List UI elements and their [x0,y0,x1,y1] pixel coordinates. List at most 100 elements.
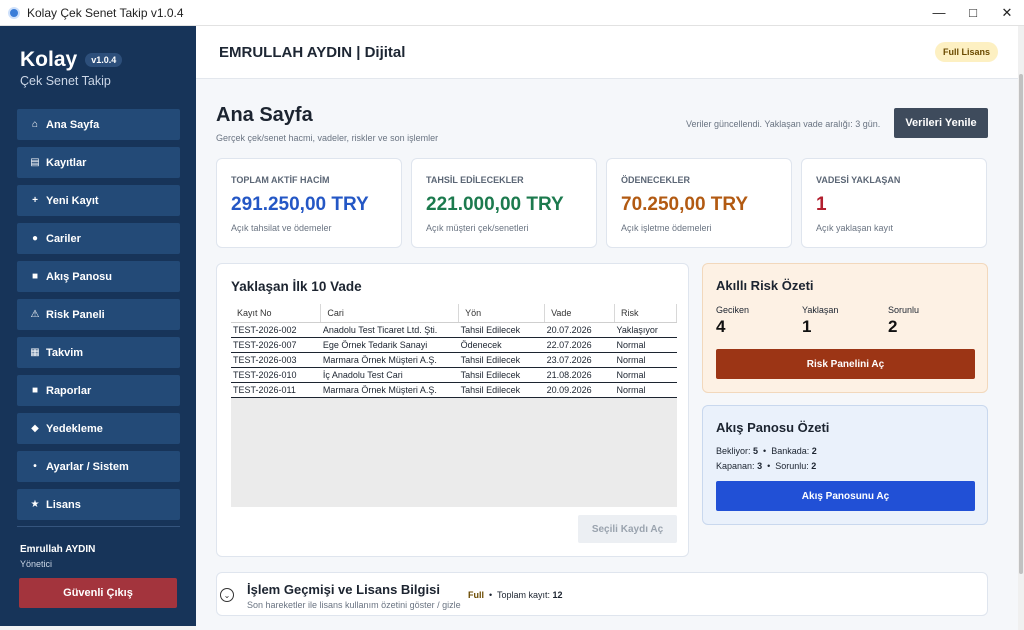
user-role: Yönetici [20,559,53,569]
stat-hint: Açık tahsilat ve ödemeler [231,223,332,233]
flow-summary-title: Akış Panosu Özeti [716,420,830,435]
column-header[interactable]: Risk [614,304,677,323]
close-icon[interactable]: ✕ [990,0,1024,26]
table-cell: Anadolu Test Ticaret Ltd. Şti. [320,322,459,338]
stat-value: 291.250,00 TRY [231,194,369,215]
chevron-down-icon[interactable]: ⌄ [220,588,234,602]
page-subtitle: Gerçek çek/senet hacmi, vadeler, riskler… [216,133,439,143]
diamond-icon: ◆ [31,423,39,434]
sidebar-divider [17,526,180,527]
flow-closed-value: 3 [757,461,763,471]
company-title: EMRULLAH AYDIN | Dijital [219,44,406,61]
sidebar-item-label: Lisans [46,498,81,511]
column-header[interactable]: Yön [458,304,546,323]
sidebar-item-raporlar[interactable]: ■ Raporlar [17,375,180,406]
stat-value: 70.250,00 TRY [621,194,749,215]
upcoming-title: Yaklaşan İlk 10 Vade [231,279,362,294]
flow-bank-value: 2 [811,446,817,456]
sidebar-item-ayarlar[interactable]: • Ayarlar / Sistem [17,451,180,482]
app-icon [8,6,20,19]
risk-summary-title: Akıllı Risk Özeti [716,278,814,293]
column-header[interactable]: Kayıt No [231,304,322,323]
sidebar-item-lisans[interactable]: ★ Lisans [17,489,180,520]
metric-label: Sorunlu [888,305,920,315]
table-cell: Normal [614,367,677,383]
sidebar-item-risk-paneli[interactable]: ⚠ Risk Paneli [17,299,180,330]
sidebar-item-label: Ayarlar / Sistem [46,460,129,473]
sidebar-item-label: Ana Sayfa [46,118,100,131]
table-row[interactable]: TEST-2026-002 Anadolu Test Ticaret Ltd. … [231,322,677,338]
sidebar-item-kayitlar[interactable]: ▤ Kayıtlar [17,147,180,178]
stat-value: 1 [816,194,827,215]
table-cell: Tahsil Edilecek [458,367,545,383]
brand-subtitle: Çek Senet Takip [20,74,111,88]
risk-summary-card: Akıllı Risk Özeti Geciken 4 Yaklaşan 1 S… [702,263,988,393]
risk-metric-upcoming: Yaklaşan 1 [802,305,838,337]
table-cell: TEST-2026-002 [231,322,321,338]
open-risk-panel-button[interactable]: Risk Panelini Aç [716,349,975,379]
sidebar-item-label: Takvim [46,346,84,359]
home-icon: ⌂ [31,119,39,130]
open-flow-board-button[interactable]: Akış Panosunu Aç [716,481,975,511]
flow-waiting-value: 5 [753,446,759,456]
column-header[interactable]: Vade [544,304,616,323]
sidebar-item-ana-sayfa[interactable]: ⌂ Ana Sayfa [17,109,180,140]
table-row[interactable]: TEST-2026-007 Ege Örnek Tedarik Sanayi Ö… [231,337,677,353]
sidebar-item-label: Yeni Kayıt [46,194,99,207]
table-cell: Normal [614,382,677,398]
header: EMRULLAH AYDIN | Dijital Full Lisans [196,26,1018,79]
flow-problem-label: Sorunlu: [775,461,809,471]
license-type: Full [468,590,484,600]
sidebar-item-cariler[interactable]: ● Cariler [17,223,180,254]
stat-label: VADESİ YAKLAŞAN [816,175,901,185]
user-name: Emrullah AYDIN [20,544,96,555]
version-badge: v1.0.4 [85,53,123,67]
stat-hint: Açık yaklaşan kayıt [816,223,894,233]
table-row[interactable]: TEST-2026-010 İç Anadolu Test Cari Tahsi… [231,367,677,383]
table-cell: TEST-2026-011 [231,382,321,398]
flow-waiting-label: Bekliyor: [716,446,751,456]
scrollbar-thumb[interactable] [1019,74,1023,574]
sidebar-item-takvim[interactable]: ▦ Takvim [17,337,180,368]
minimize-icon[interactable]: — [922,0,956,26]
main-content: EMRULLAH AYDIN | Dijital Full Lisans Ana… [196,26,1018,630]
logout-button[interactable]: Güvenli Çıkış [19,578,177,608]
warning-icon: ⚠ [30,309,40,320]
sidebar-item-yedekleme[interactable]: ◆ Yedekleme [17,413,180,444]
upcoming-table-area: Kayıt No Cari Yön Vade Risk TEST-2026-00… [231,304,677,507]
refresh-button[interactable]: Verileri Yenile [894,108,988,138]
stat-hint: Açık müşteri çek/senetleri [426,223,529,233]
sidebar-item-yeni-kayit[interactable]: + Yeni Kayıt [17,185,180,216]
column-header[interactable]: Cari [320,304,460,323]
maximize-icon[interactable]: □ [956,0,990,26]
page-title: Ana Sayfa [216,104,313,126]
table-cell: Normal [614,352,677,368]
table-cell: Tahsil Edilecek [458,322,545,338]
flow-problem-value: 2 [811,461,817,471]
stat-card-payables: ÖDENECEKLER 70.250,00 TRY Açık işletme ö… [606,158,792,248]
history-title: İşlem Geçmişi ve Lisans Bilgisi [247,582,440,597]
table-row[interactable]: TEST-2026-003 Marmara Örnek Müşteri A.Ş.… [231,352,677,368]
sidebar-item-label: Akış Panosu [46,270,113,283]
list-icon: ▤ [30,157,40,168]
refresh-status: Veriler güncellendi. Yaklaşan vade aralı… [686,119,881,129]
table-cell: 20.07.2026 [544,322,615,338]
flow-bank-label: Bankada: [771,446,810,456]
dot-icon: • [33,461,37,472]
table-cell: Yaklaşıyor [614,322,677,338]
vertical-scrollbar[interactable] [1018,26,1024,630]
table-cell: TEST-2026-003 [231,352,321,368]
metric-label: Geciken [716,305,750,315]
sidebar-item-akis-panosu[interactable]: ■ Akış Panosu [17,261,180,292]
history-section[interactable]: ⌄ İşlem Geçmişi ve Lisans Bilgisi Son ha… [216,572,988,616]
sidebar-item-label: Yedekleme [46,422,103,435]
open-selected-button[interactable]: Seçili Kaydı Aç [578,515,677,543]
table-row[interactable]: TEST-2026-011 Marmara Örnek Müşteri A.Ş.… [231,382,677,398]
brand: Kolay v1.0.4 Çek Senet Takip [20,48,123,88]
metric-value: 2 [888,317,898,336]
table-cell: Tahsil Edilecek [458,352,545,368]
stat-label: TOPLAM AKTİF HACİM [231,175,330,185]
table-cell: Marmara Örnek Müşteri A.Ş. [320,382,459,398]
license-badge: Full Lisans [934,42,998,62]
risk-metric-problem: Sorunlu 2 [888,305,919,337]
